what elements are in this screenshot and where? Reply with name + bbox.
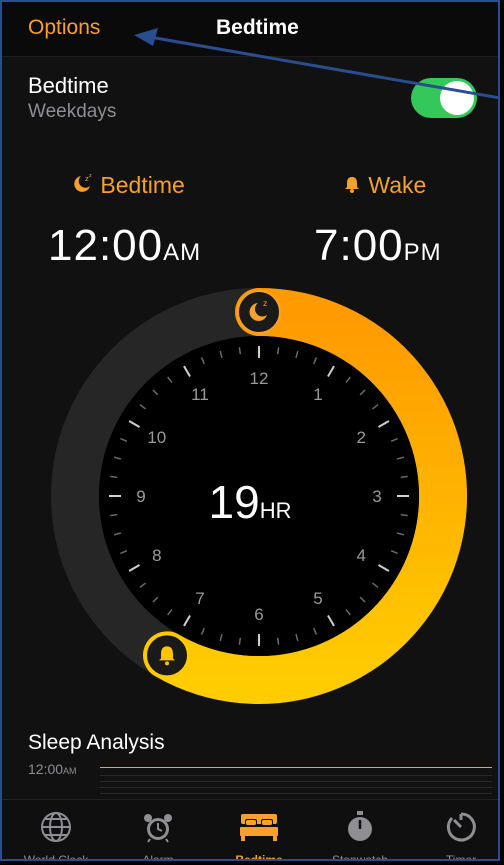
annotation-arrow <box>134 28 498 100</box>
hour-label: 1 <box>313 385 322 404</box>
hour-label: 4 <box>356 546 365 565</box>
sleep-duration: 19HR <box>2 475 498 529</box>
tab-label: Stopwatch <box>331 853 389 861</box>
grid-line <box>100 775 492 776</box>
hour-label: 12 <box>250 369 269 388</box>
clock-tick <box>238 637 242 645</box>
stopwatch-icon <box>343 810 377 849</box>
grid-line <box>100 793 492 794</box>
clock-tick <box>276 637 280 645</box>
grid-line <box>100 781 492 782</box>
sleep-analysis-title: Sleep Analysis <box>28 731 165 754</box>
sleep-time-value: 12:00 <box>28 761 64 777</box>
tab-timer[interactable]: Timer <box>411 800 498 861</box>
sleep-z-glyph: z <box>263 299 267 308</box>
sleep-analysis-bar <box>100 767 492 768</box>
schedule-panel: z z Bedtime Wake 12:00AM 7:00PM 12 1 2 3… <box>2 141 498 796</box>
tab-label: Alarm <box>142 853 174 861</box>
hour-label: 6 <box>254 605 263 624</box>
tab-alarm[interactable]: Alarm <box>108 800 208 861</box>
grid-line <box>100 787 492 788</box>
hour-label: 5 <box>313 589 322 608</box>
timer-icon <box>444 810 478 849</box>
tab-bar: World Clock Alarm Bedtime Stopwatch Time… <box>2 799 498 861</box>
hour-label: 7 <box>195 589 204 608</box>
hour-label: 10 <box>147 428 166 447</box>
bed-icon <box>238 810 280 849</box>
globe-icon <box>39 810 73 849</box>
tab-label: Timer <box>445 853 477 861</box>
tab-bedtime[interactable]: Bedtime <box>209 800 309 861</box>
clock-tick <box>276 347 280 355</box>
sleep-analysis-section[interactable]: Sleep Analysis 12:00AM <box>2 719 498 799</box>
tab-stopwatch[interactable]: Stopwatch <box>310 800 410 861</box>
wake-handle[interactable] <box>145 633 189 678</box>
hour-label: 2 <box>356 428 365 447</box>
sleep-time-ampm: AM <box>63 766 77 776</box>
tab-world-clock[interactable]: World Clock <box>6 800 106 861</box>
tab-label: World Clock <box>23 853 89 861</box>
sleep-analysis-time: 12:00AM <box>28 761 77 777</box>
app-frame: Options Bedtime Bedtime Weekdays z z Bed… <box>0 0 500 861</box>
bedtime-handle[interactable]: z <box>237 290 281 334</box>
bell-clapper <box>165 661 169 666</box>
tab-label: Bedtime <box>235 853 283 861</box>
duration-unit: HR <box>259 498 292 523</box>
alarm-clock-icon <box>141 810 175 849</box>
hour-label: 11 <box>191 385 209 404</box>
sleep-clock-dial[interactable]: 121234567891011 z <box>2 141 500 731</box>
duration-value: 19 <box>208 476 260 528</box>
clock-tick <box>238 347 242 355</box>
hour-label: 8 <box>152 546 161 565</box>
